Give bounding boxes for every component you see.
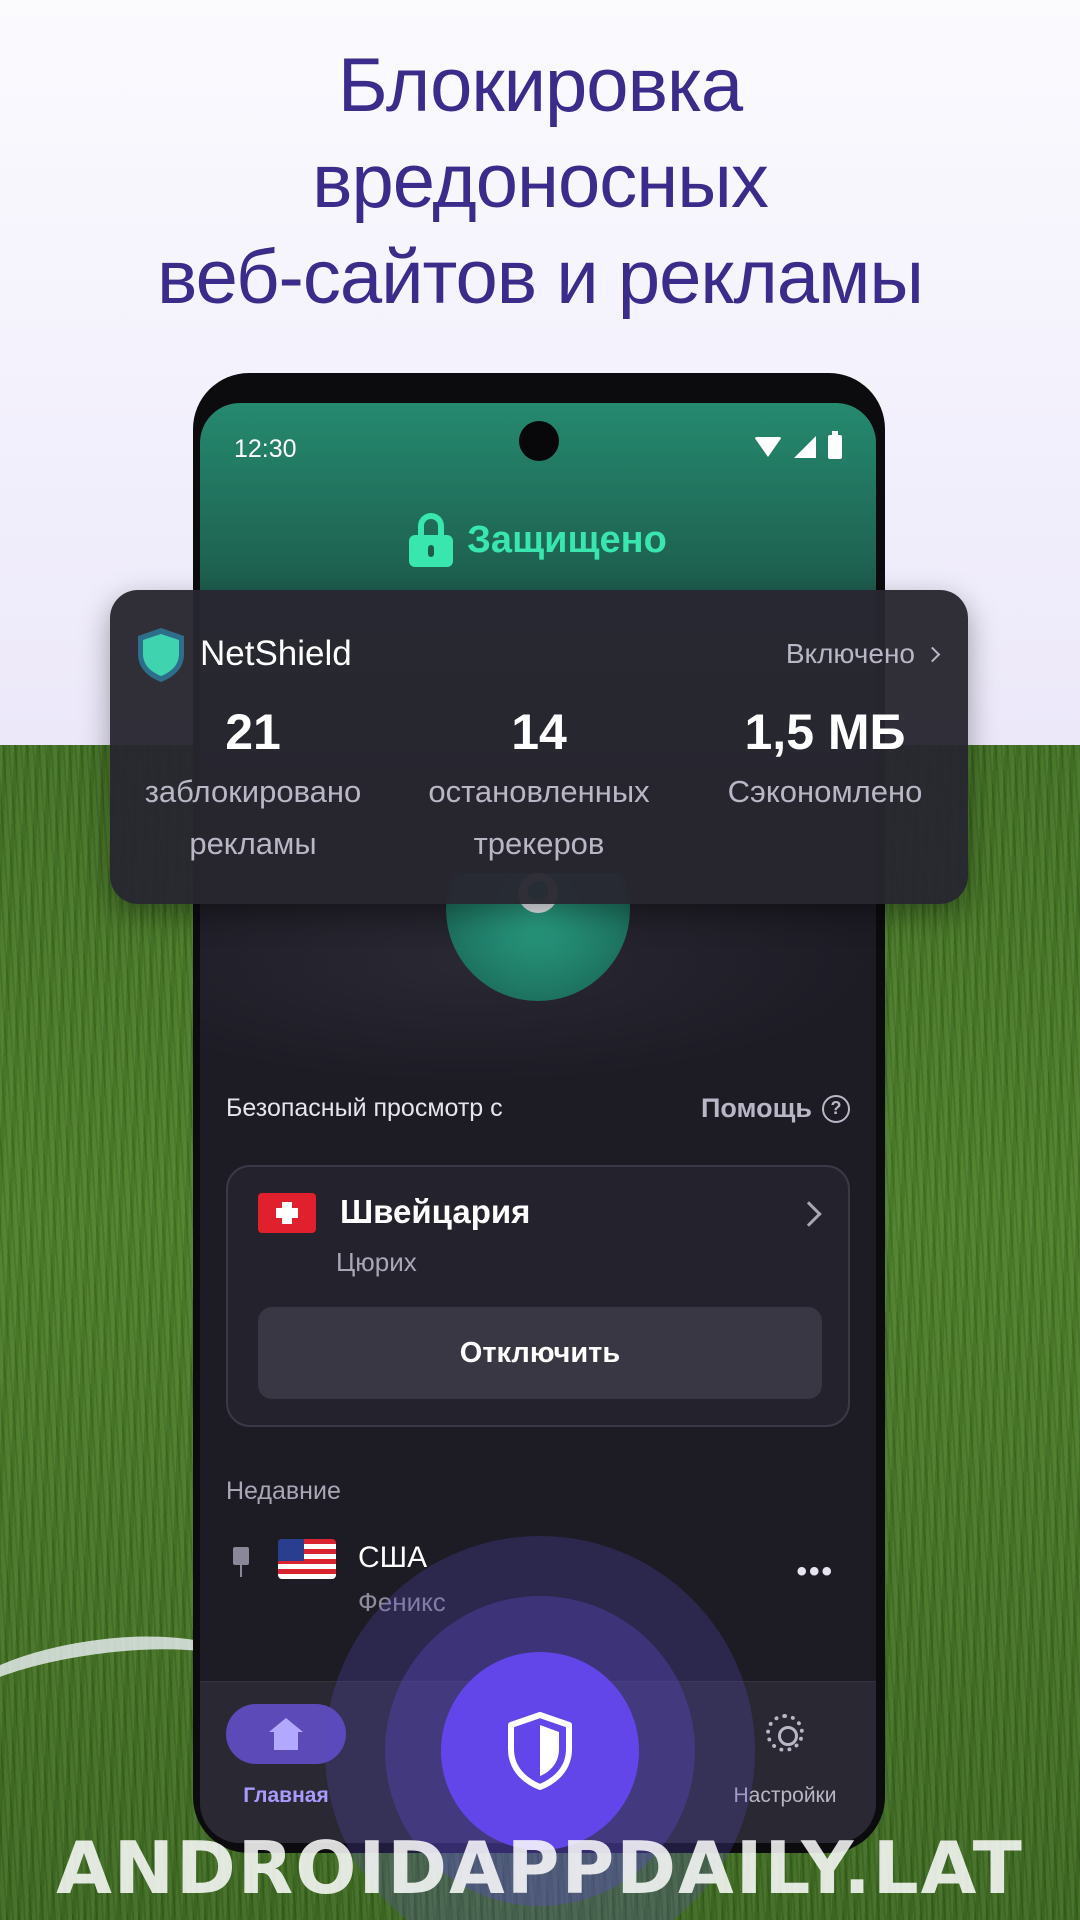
signal-icon [794,436,816,458]
more-options-icon[interactable]: ••• [796,1555,834,1589]
headline-line-1: Блокировка [337,43,743,128]
connection-status: Защищено [200,513,876,567]
battery-icon [828,431,842,459]
server-country: Швейцария [340,1193,531,1230]
stat-label-line: остановленных [428,774,650,809]
headline-line-2: вредоносных [312,139,769,224]
chevron-right-icon [924,646,941,662]
promo-headline: Блокировка вредоносных веб-сайтов и рекл… [60,38,1020,326]
connection-status-label: Защищено [467,518,667,561]
server-city: Цюрих [336,1247,417,1277]
status-time: 12:30 [234,435,297,463]
stat-label: Сэкономлено [682,766,968,818]
disconnect-button[interactable]: Отключить [258,1307,822,1399]
watermark-text: ANDROIDAPPDAILY.LAT [56,1826,1024,1910]
netshield-status[interactable]: Включено [785,638,941,670]
wifi-icon [754,437,782,457]
netshield-title: NetShield [200,634,352,673]
safe-browsing-row: Безопасный просмотр с Помощь ? [226,1093,850,1124]
stat-value: 1,5 МБ [744,704,906,760]
stat-label-line: заблокировано [144,774,362,809]
lock-icon [409,513,454,567]
pin-icon[interactable] [230,1547,252,1577]
netshield-stats: 21 заблокировано рекламы 14 остановленны… [110,702,968,870]
headline-line-3: веб-сайтов и рекламы [157,235,924,320]
stat-label: остановленных трекеров [396,766,682,870]
gear-icon [766,1714,804,1752]
status-icons [754,431,842,459]
home-icon [269,1718,303,1750]
vpn-connect-button[interactable] [441,1652,639,1850]
netshield-card[interactable]: NetShield Включено 21 заблокировано рекл… [110,590,968,904]
camera-cutout [519,421,559,461]
chevron-right-icon[interactable] [796,1201,822,1227]
netshield-shield-icon [134,626,188,689]
netshield-status-label: Включено [785,638,915,669]
recent-label: Недавние [226,1477,341,1505]
switzerland-flag-icon [258,1193,316,1233]
stat-label: заблокировано рекламы [110,766,396,870]
stat-label-line: Сэкономлено [727,774,923,809]
question-icon: ? [822,1094,850,1123]
current-server-card[interactable]: Швейцария Цюрих Отключить [226,1165,850,1427]
stat-label-line: рекламы [189,826,317,861]
shield-icon [508,1712,572,1790]
stat-ads-blocked: 21 заблокировано рекламы [110,702,396,870]
help-label: Помощь [700,1093,812,1123]
stat-value: 14 [511,704,567,760]
stat-value: 21 [225,704,281,760]
stat-label-line: трекеров [473,826,605,861]
stat-trackers-stopped: 14 остановленных трекеров [396,702,682,870]
stat-data-saved: 1,5 МБ Сэкономлено [682,702,968,870]
safe-browsing-label: Безопасный просмотр с [226,1094,503,1122]
help-button[interactable]: Помощь ? [701,1093,850,1124]
